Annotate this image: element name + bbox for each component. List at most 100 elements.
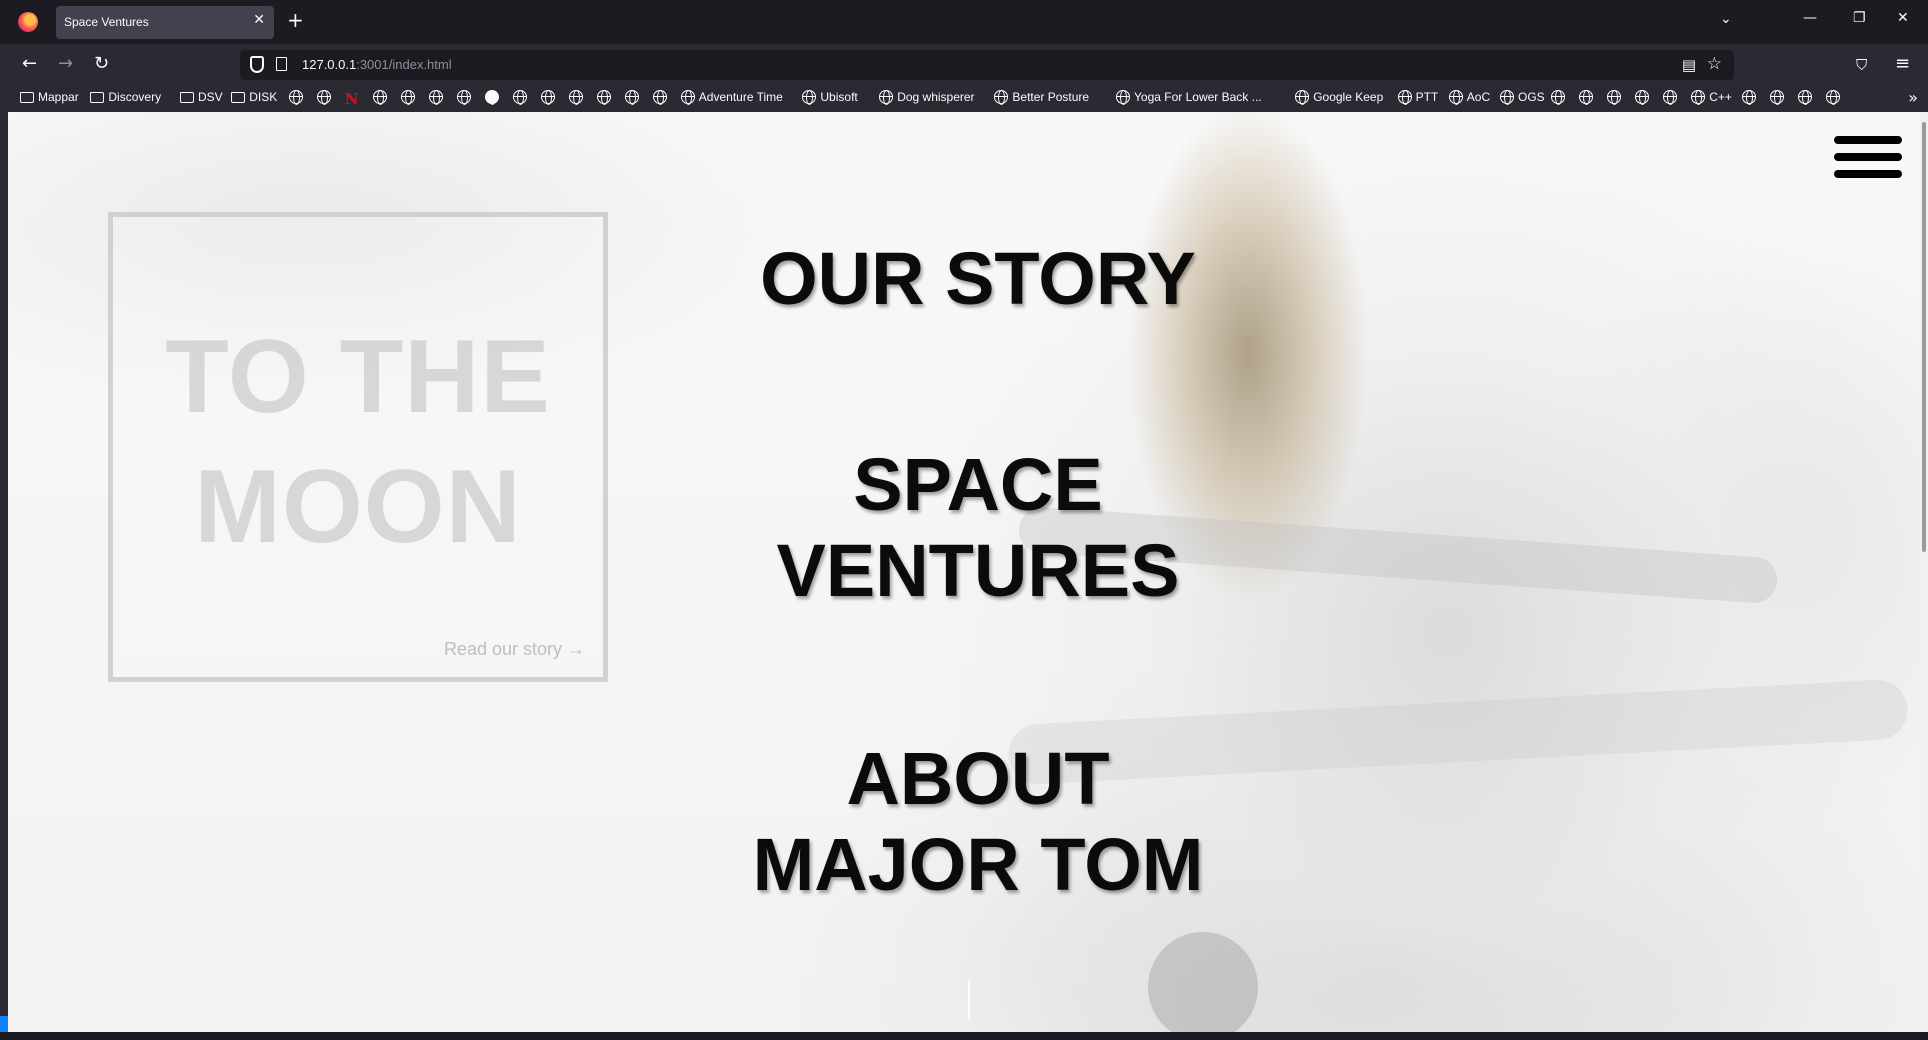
menu-item-label: SPACE (853, 443, 1103, 526)
folder-icon (20, 91, 34, 103)
bookmark-star-icon[interactable]: ☆ (1707, 54, 1722, 74)
bookmark-item[interactable]: Better Posture (994, 90, 1090, 105)
firefox-logo-icon (18, 12, 38, 32)
bookmark-icon-item[interactable] (456, 90, 471, 105)
bookmark-label: Better Posture (1012, 90, 1090, 104)
to-the-moon-card[interactable]: TO THE MOON Read our story → (108, 212, 608, 682)
globe-icon (1551, 90, 1566, 105)
back-icon[interactable]: ← (22, 54, 37, 74)
bookmark-item[interactable]: PTT (1397, 90, 1439, 105)
bookmark-label: DSV (198, 90, 223, 104)
bookmark-icon-item[interactable] (1742, 90, 1757, 105)
bookmarks-toolbar: » Mappar Discovery DSV DISK N Adventure Time U… (0, 86, 1928, 112)
menu-our-story[interactable]: OUR STORY (608, 236, 1348, 322)
scrollbar-thumb[interactable] (1922, 122, 1926, 552)
bookmark-icon-item[interactable]: N (345, 90, 359, 108)
bookmark-icon-item[interactable] (624, 90, 639, 105)
menu-space-ventures[interactable]: SPACE VENTURES (608, 442, 1348, 614)
bookmark-label: OGS (1518, 90, 1545, 104)
hamburger-line (1834, 136, 1902, 144)
bookmark-item[interactable]: Google Keep (1295, 90, 1383, 105)
globe-icon (1826, 90, 1841, 105)
bookmark-icon-item[interactable] (1551, 90, 1566, 105)
bookmark-icon-item[interactable] (652, 90, 667, 105)
bookmark-item[interactable]: DSV (180, 90, 223, 104)
globe-icon (1607, 90, 1622, 105)
close-tab-icon[interactable]: ✕ (253, 12, 265, 28)
card-title-line: MOON (194, 449, 522, 565)
bookmark-item[interactable]: AoC (1448, 90, 1490, 105)
bookmark-item[interactable]: DISK (231, 90, 277, 104)
minimize-icon[interactable]: — (1803, 10, 1817, 26)
page-info-icon[interactable] (276, 57, 287, 71)
globe-icon (1635, 90, 1650, 105)
globe-icon (288, 90, 303, 105)
folder-icon (231, 91, 246, 103)
globe-icon (1397, 90, 1412, 105)
url-text[interactable]: 127.0.0.1:3001/index.html (302, 57, 452, 72)
bookmark-icon-item[interactable] (1770, 90, 1785, 105)
bookmark-label: Dog whisperer (897, 90, 975, 104)
bookmark-icon-item[interactable] (400, 90, 415, 105)
forward-icon[interactable]: → (58, 54, 73, 74)
globe-icon (316, 90, 331, 105)
reader-view-icon[interactable]: ▤ (1682, 56, 1696, 74)
globe-icon (400, 90, 415, 105)
read-our-story-link[interactable]: Read our story → (444, 639, 585, 660)
bookmark-icon-item[interactable] (512, 90, 527, 105)
bookmark-item[interactable]: Mappar (20, 90, 79, 104)
globe-icon (540, 90, 555, 105)
list-all-tabs-icon[interactable]: ⌄ (1720, 11, 1732, 27)
bookmark-item[interactable]: Yoga For Lower Back ... (1116, 90, 1262, 105)
suit-patch-shape (1148, 932, 1258, 1032)
globe-icon (994, 90, 1009, 105)
bookmark-icon-item[interactable] (372, 90, 387, 105)
restore-icon[interactable]: ❐ (1853, 10, 1866, 26)
page-scrollbar[interactable] (1920, 112, 1928, 1032)
bookmark-icon-item[interactable] (1826, 90, 1841, 105)
bookmark-icon-item[interactable] (316, 90, 331, 105)
bookmark-icon-item[interactable] (428, 90, 443, 105)
menu-item-label: VENTURES (776, 529, 1180, 612)
more-bookmarks-chevron-icon[interactable]: » (1908, 88, 1918, 107)
bookmark-icon-item[interactable] (1663, 90, 1678, 105)
globe-icon (1116, 90, 1130, 105)
tracking-protection-shield-icon[interactable] (250, 56, 264, 73)
reload-icon[interactable]: ↻ (94, 54, 109, 74)
pocket-icon[interactable]: ⛉ (1856, 55, 1867, 75)
bookmark-item[interactable]: Adventure Time (680, 90, 783, 105)
bookmark-label: PTT (1415, 90, 1439, 104)
url-path: :3001/index.html (356, 57, 452, 72)
globe-icon (372, 90, 387, 105)
bookmark-item[interactable]: OGS (1500, 90, 1545, 105)
bookmark-icon-item[interactable] (288, 90, 303, 105)
bookmark-item[interactable]: Discovery (90, 90, 161, 104)
menu-item-label: MAJOR TOM (752, 823, 1204, 906)
new-tab-button[interactable]: + (287, 9, 304, 31)
bookmark-item[interactable]: Ubisoft (802, 90, 858, 105)
bookmark-icon-item[interactable] (1607, 90, 1622, 105)
window-edge-indicator (0, 1016, 8, 1032)
bookmark-icon-item[interactable] (568, 90, 583, 105)
address-bar[interactable]: 127.0.0.1:3001/index.html ▤ ☆ (240, 50, 1734, 80)
close-window-icon[interactable]: ✕ (1897, 10, 1909, 26)
bookmark-item[interactable]: C++ (1691, 90, 1732, 105)
bookmark-icon-item[interactable] (1579, 90, 1594, 105)
bookmark-label: Discovery (108, 90, 162, 104)
globe-icon (624, 90, 639, 105)
bookmark-icon-item[interactable] (1798, 90, 1813, 105)
app-menu-icon[interactable]: ≡ (1895, 54, 1910, 74)
tab-space-ventures[interactable]: Space Ventures ✕ (56, 6, 274, 39)
bookmark-icon-item[interactable] (540, 90, 555, 105)
folder-icon (180, 91, 194, 103)
hamburger-menu-icon[interactable] (1834, 136, 1904, 186)
bookmark-label: Ubisoft (820, 90, 858, 104)
menu-about-major-tom[interactable]: ABOUT MAJOR TOM (608, 736, 1348, 908)
bookmark-label: Yoga For Lower Back ... (1134, 90, 1262, 104)
bookmark-item[interactable]: Dog whisperer (879, 90, 975, 105)
bookmark-icon-item[interactable] (1635, 90, 1650, 105)
bookmark-icon-item[interactable] (484, 90, 499, 105)
scroll-down-indicator[interactable] (968, 980, 970, 1020)
bookmark-label: C++ (1709, 90, 1732, 104)
bookmark-icon-item[interactable] (596, 90, 611, 105)
